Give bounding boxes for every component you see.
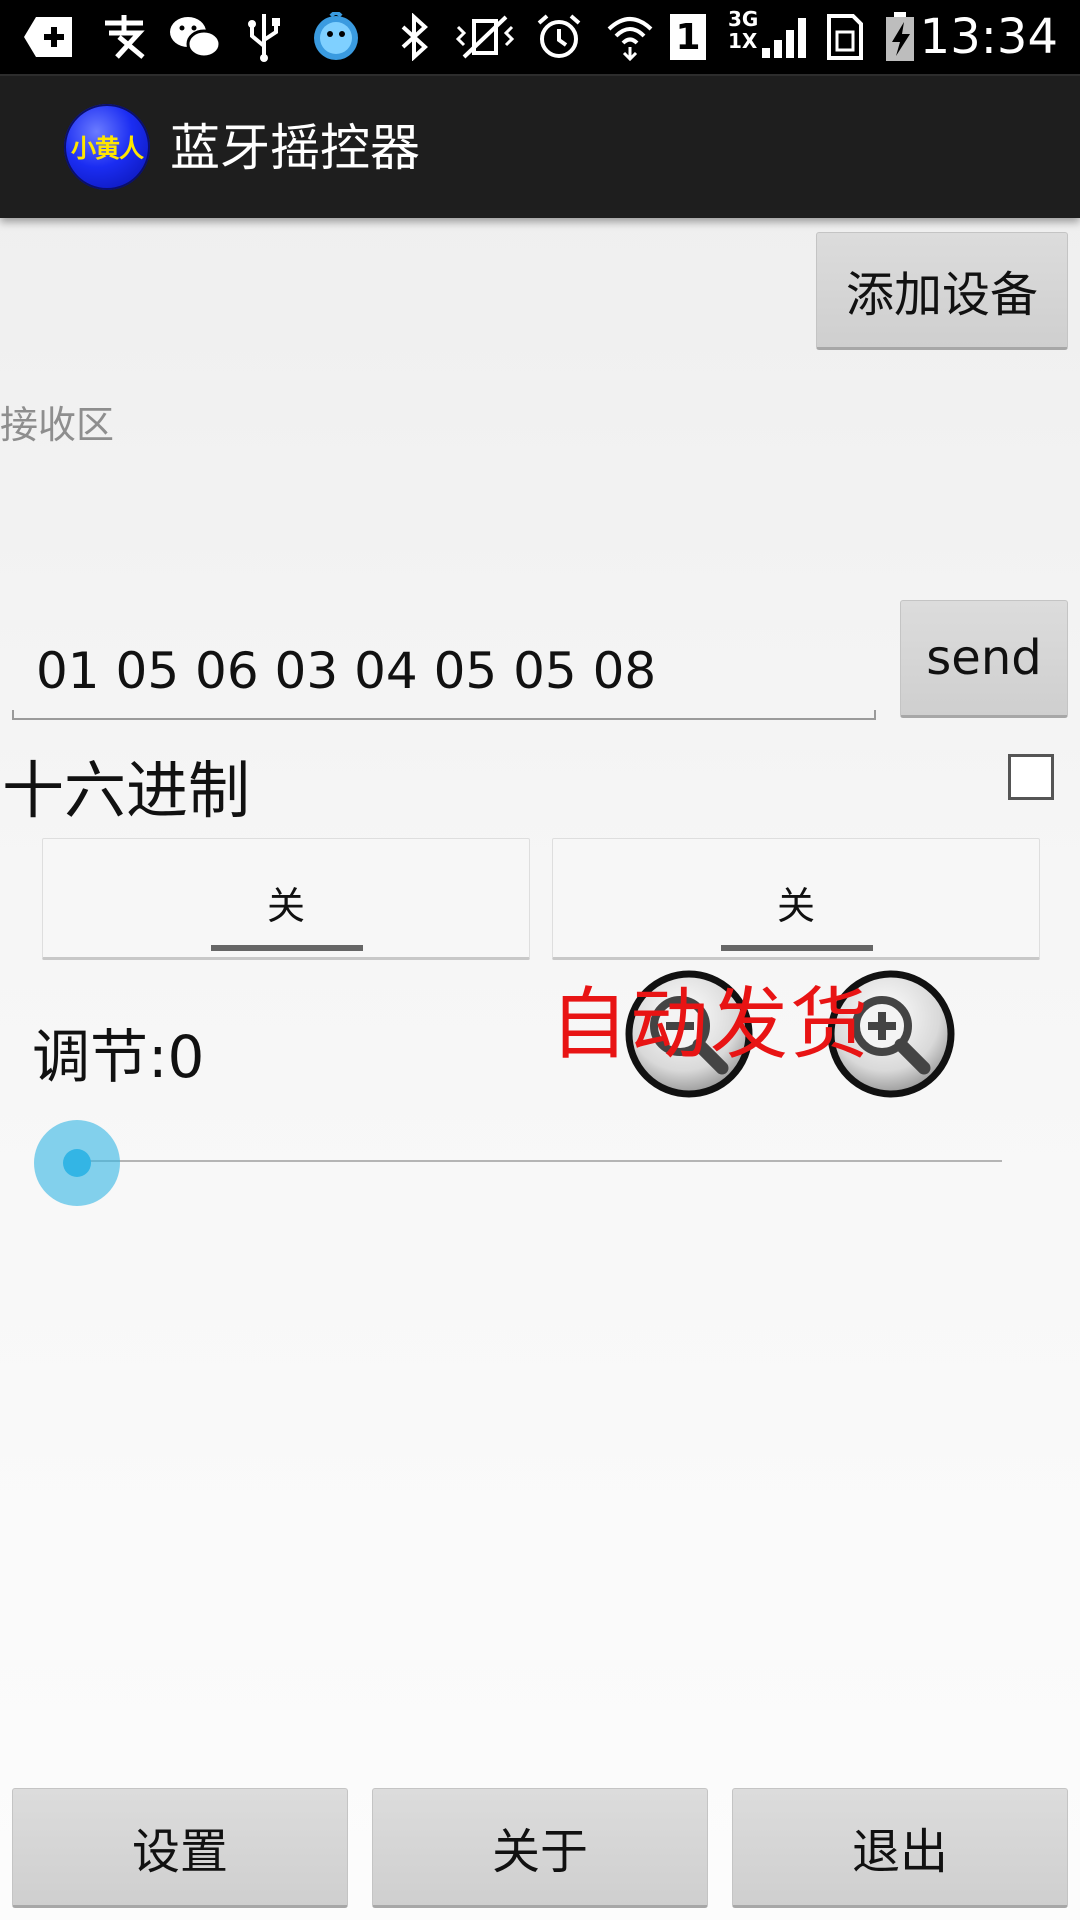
sim-1-icon: 1 (668, 12, 708, 62)
toggle-button-1[interactable]: 关 (42, 838, 530, 960)
hex-mode-checkbox[interactable] (1008, 754, 1054, 800)
settings-button[interactable]: 设置 (12, 1788, 348, 1908)
about-button[interactable]: 关于 (372, 1788, 708, 1908)
toggle-1-indicator (211, 945, 363, 951)
adjust-slider-thumb[interactable] (63, 1149, 91, 1177)
zoom-out-icon (625, 970, 753, 1098)
usb-icon (240, 12, 288, 62)
sim-1-label: 1 (670, 14, 706, 60)
vibrate-mute-icon (450, 12, 520, 62)
network-type-label-2: 1X (728, 29, 758, 53)
wifi-icon (604, 12, 656, 62)
send-button[interactable]: send (900, 600, 1068, 718)
qq-browser-icon (306, 12, 366, 62)
hex-mode-label: 十六进制 (2, 754, 251, 827)
alarm-icon (534, 12, 584, 62)
adjust-value-label: 调节:0 (32, 1023, 205, 1091)
add-notification-icon (20, 12, 78, 62)
battery-charging-icon (880, 12, 920, 62)
toggle-button-2[interactable]: 关 (552, 838, 1040, 960)
toggle-2-label: 关 (776, 884, 815, 928)
app-title: 蓝牙摇控器 (170, 119, 420, 177)
network-type-label: 3G (728, 7, 759, 31)
zoom-in-icon (827, 970, 955, 1098)
toggle-2-indicator (721, 945, 873, 951)
status-bar: 1 3G 1X 13:34 (0, 0, 1080, 74)
wechat-icon (166, 12, 224, 62)
receive-area-label: 接收区 (0, 403, 115, 447)
clock-time: 13:34 (919, 9, 1058, 65)
toggle-1-label: 关 (266, 884, 305, 928)
sim-card-icon (822, 12, 868, 62)
send-input-underline (12, 710, 876, 720)
alipay-icon (96, 12, 152, 62)
action-bar: 小黄人 蓝牙摇控器 (0, 74, 1080, 218)
bluetooth-icon (394, 12, 434, 62)
signal-icon: 3G 1X (728, 8, 810, 62)
exit-button[interactable]: 退出 (732, 1788, 1068, 1908)
app-logo-icon[interactable]: 小黄人 (64, 104, 150, 190)
zoom-in-button[interactable] (826, 968, 956, 1104)
adjust-slider-track[interactable] (78, 1160, 1002, 1162)
send-input[interactable] (12, 618, 876, 714)
zoom-out-button[interactable] (624, 968, 754, 1104)
app-logo-text: 小黄人 (70, 134, 144, 163)
add-device-button[interactable]: 添加设备 (816, 232, 1068, 350)
